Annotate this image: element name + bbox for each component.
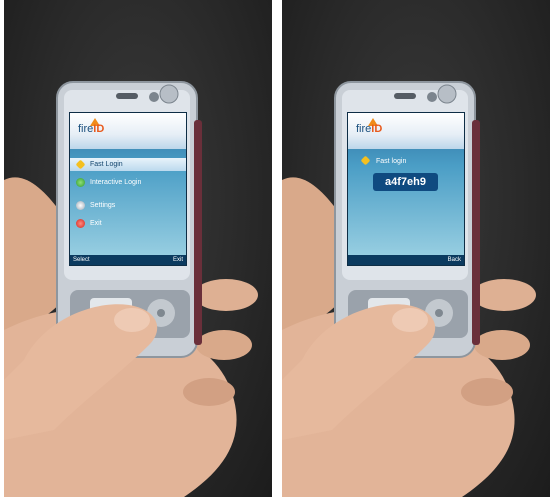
interactive-login-icon (76, 178, 85, 187)
star-icon (75, 159, 86, 170)
phone-screen-menu: fireID Fast Login Interactive Login Sett… (69, 112, 187, 266)
softkey-back[interactable]: Back (448, 255, 461, 265)
one-time-code: a4f7eh9 (373, 173, 438, 191)
app-logo: fireID (78, 123, 105, 135)
right-photo-panel: fireID Fast login a4f7eh9 Back (282, 0, 550, 497)
menu-item-exit[interactable]: Exit (70, 217, 186, 230)
menu-item-settings[interactable]: Settings (70, 199, 186, 212)
fast-login-title: Fast login (360, 155, 406, 166)
menu-item-fast-login[interactable]: Fast Login (70, 158, 186, 171)
gear-icon (76, 201, 85, 210)
softkey-exit[interactable]: Exit (173, 255, 183, 265)
login-menu: Fast Login Interactive Login Settings Ex… (70, 158, 186, 235)
app-header: fireID (348, 113, 464, 149)
phone-screen-code: fireID Fast login a4f7eh9 Back (347, 112, 465, 266)
star-icon (360, 155, 371, 166)
menu-item-interactive-login[interactable]: Interactive Login (70, 176, 186, 189)
softkey-bar: Back (348, 255, 464, 265)
app-header: fireID (70, 113, 186, 149)
softkey-select[interactable]: Select (73, 255, 90, 265)
app-logo: fireID (356, 123, 383, 135)
exit-icon (76, 219, 85, 228)
softkey-bar: Select Exit (70, 255, 186, 265)
left-photo-panel: fireID Fast Login Interactive Login Sett… (4, 0, 272, 497)
